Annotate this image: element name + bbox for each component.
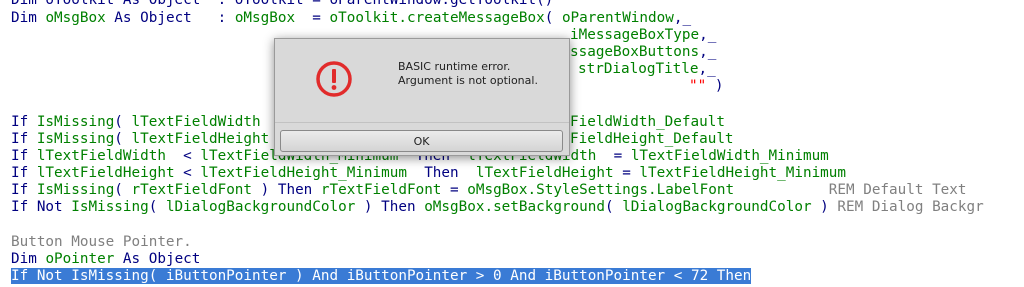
code-comment: REM Dialog Backgr: [837, 199, 984, 215]
code-text: oMsgBox: [45, 10, 106, 26]
ok-button[interactable]: OK: [280, 130, 563, 152]
code-line: ssageBoxButtons,_: [570, 44, 716, 61]
code-text: ,_: [699, 27, 717, 43]
code-line: If lTextFieldHeight < lTextFieldHeight_M…: [11, 165, 846, 182]
selected-code-line[interactable]: If Not IsMissing( iButtonPointer ) And i…: [11, 268, 752, 285]
code-line: FieldWidth_Default: [570, 114, 725, 131]
selected-code-text[interactable]: If Not IsMissing( iButtonPointer ) And i…: [11, 268, 752, 284]
code-line: If Not IsMissing( lDialogBackgroundColor…: [11, 199, 984, 216]
code-text: lTextFieldWidth_Minimum: [630, 148, 829, 164]
code-comment: REM Default Text: [734, 182, 967, 198]
code-text: If Not: [11, 199, 72, 215]
code-text: If: [11, 148, 37, 164]
code-line: "" ): [689, 78, 723, 95]
error-icon: [316, 61, 352, 97]
code-text: ssageBoxButtons: [570, 44, 700, 60]
dialog-separator: [275, 122, 569, 123]
code-text: Then: [381, 199, 425, 215]
code-text: =: [613, 165, 640, 181]
code-line: FieldHeight_Default: [570, 131, 734, 148]
code-text: "": [689, 78, 707, 94]
code-line: strDialogTitle,_: [578, 61, 716, 78]
code-text: =: [295, 10, 330, 26]
code-text: =: [441, 182, 468, 198]
code-text: Dim: [11, 251, 46, 267]
code-line: Button Mouse Pointer.: [11, 234, 192, 251]
code-text: lTextFieldHeight: [131, 131, 270, 147]
code-text: (: [114, 114, 132, 130]
error-detail: Argument is not optional.: [398, 74, 538, 87]
code-text: FieldHeight_Default: [570, 131, 734, 147]
code-text: oToolkit.createMessageBox: [329, 10, 545, 26]
code-text: Dim oToolkit As Object: [11, 0, 201, 8]
code-text: Then: [406, 165, 476, 181]
code-line: Dim oMsgBox As Object : oMsgBox = oToolk…: [11, 10, 691, 27]
code-text: If: [11, 165, 37, 181]
code-text: Then: [277, 182, 321, 198]
code-text: IsMissing: [36, 131, 115, 147]
code-text: ): [811, 199, 838, 215]
code-text: ,_: [673, 10, 692, 26]
code-text: strDialogTitle: [578, 61, 699, 77]
basic-runtime-error-dialog: BASIC runtime error. Argument is not opt…: [274, 38, 570, 156]
code-text: (: [114, 182, 132, 198]
code-text: IsMissing: [36, 182, 115, 198]
code-text: IsMissing: [71, 199, 149, 215]
code-text: IsMissing: [36, 114, 115, 130]
code-text: (: [148, 199, 166, 215]
code-text: <: [174, 165, 201, 181]
error-message: BASIC runtime error. Argument is not opt…: [398, 60, 538, 88]
code-line: If IsMissing( lTextFieldHeight: [11, 131, 269, 148]
code-line: iMessageBoxType,_: [570, 27, 716, 44]
code-text: oMsgBox: [234, 10, 296, 26]
code-text: oMsgBox.setBackground: [424, 199, 605, 215]
code-text: FieldWidth_Default: [570, 114, 725, 130]
code-text: If: [11, 182, 37, 198]
code-text: rTextFieldFont: [320, 182, 442, 198]
code-text: rTextFieldFont: [131, 182, 253, 198]
code-text: ): [706, 78, 724, 94]
code-text: As Object :: [105, 10, 235, 26]
code-text: ,_: [699, 44, 717, 60]
code-text: (: [544, 10, 562, 26]
code-text: lDialogBackgroundColor: [622, 199, 812, 215]
code-line: If IsMissing( rTextFieldFont ) Then rTex…: [11, 182, 967, 199]
code-text: lTextFieldHeight_Minimum: [639, 165, 847, 181]
code-text: If: [11, 131, 37, 147]
code-text: lTextFieldHeight_Minimum: [200, 165, 407, 181]
code-text: <: [165, 148, 201, 164]
error-title: BASIC runtime error.: [398, 60, 511, 73]
code-text: lTextFieldWidth: [36, 148, 166, 164]
code-text: (: [604, 199, 623, 215]
code-text: Dim: [11, 10, 46, 26]
code-comment: Button Mouse Pointer.: [11, 234, 192, 250]
code-text: oMsgBox.StyleSettings.LabelFont: [467, 182, 735, 198]
code-text: =: [596, 148, 631, 164]
code-text: ): [252, 182, 278, 198]
code-text: ): [355, 199, 382, 215]
code-text: lTextFieldWidth: [131, 114, 261, 130]
code-text: lTextFieldHeight: [475, 165, 614, 181]
code-text: : oToolkit = oParentWindow.getToolkit(): [200, 0, 554, 8]
code-text: lDialogBackgroundColor: [165, 199, 356, 215]
code-text: (: [114, 131, 132, 147]
code-text: lTextFieldHeight: [36, 165, 175, 181]
code-text: iMessageBoxType: [570, 27, 700, 43]
code-text: oParentWindow: [561, 10, 674, 26]
code-text: ,_: [698, 61, 716, 77]
code-text: As Object: [114, 251, 201, 267]
code-line: Dim oToolkit As Object : oToolkit = oPar…: [11, 0, 553, 9]
code-line: If IsMissing( lTextFieldWidth: [11, 114, 261, 131]
code-line: Dim oPointer As Object: [11, 251, 200, 268]
code-text: oPointer: [45, 251, 115, 267]
code-text: If: [11, 114, 37, 130]
